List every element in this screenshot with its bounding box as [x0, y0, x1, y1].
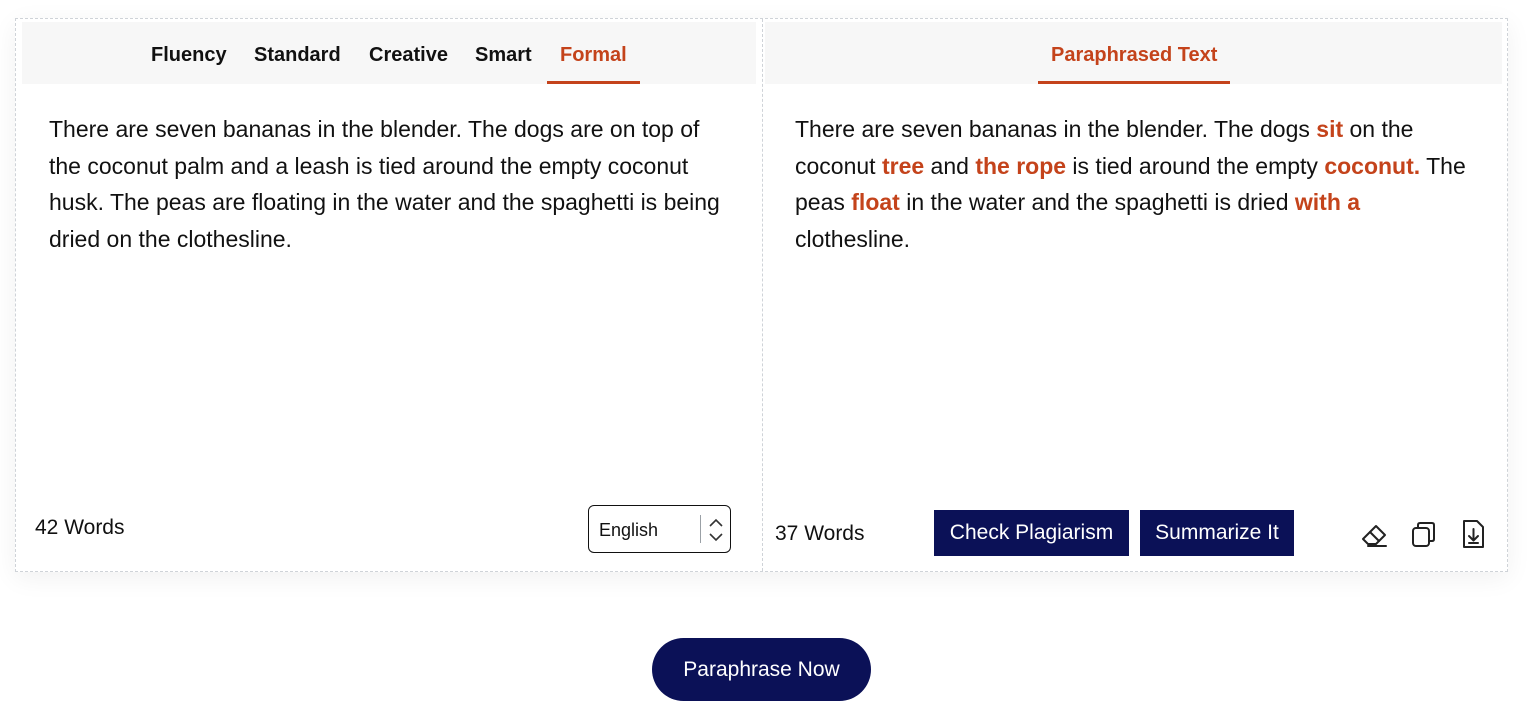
paraphraser-container: Fluency Standard Creative Smart Formal T…: [15, 18, 1508, 572]
changed-word: with a: [1294, 189, 1361, 216]
tab-paraphrased-text[interactable]: Paraphrased Text: [1037, 22, 1231, 84]
tab-smart[interactable]: Smart: [475, 22, 532, 84]
select-divider: [700, 515, 701, 543]
download-icon[interactable]: [1457, 517, 1489, 551]
input-panel: Fluency Standard Creative Smart Formal T…: [16, 19, 762, 571]
output-panel: Paraphrased Text There are seven bananas…: [762, 19, 1508, 571]
tab-standard[interactable]: Standard: [254, 22, 341, 84]
output-tabs: Paraphrased Text: [765, 22, 1502, 84]
changed-word: sit: [1316, 116, 1344, 142]
updown-chevron-icon: [709, 518, 723, 542]
changed-word: coconut.: [1324, 152, 1421, 179]
paraphrase-now-button[interactable]: Paraphrase Now: [652, 638, 871, 701]
output-text-segment: and: [924, 152, 976, 179]
summarize-button[interactable]: Summarize It: [1140, 510, 1294, 556]
copy-icon[interactable]: [1408, 517, 1440, 551]
changed-word: tree: [881, 152, 925, 179]
changed-word: the rope: [975, 152, 1067, 179]
output-text-segment: There are seven bananas in the blender. …: [795, 116, 1317, 142]
output-word-count: 37 Words: [775, 522, 865, 545]
check-plagiarism-button[interactable]: Check Plagiarism: [934, 510, 1129, 556]
changed-word: float: [851, 189, 900, 216]
input-text[interactable]: There are seven bananas in the blender. …: [49, 111, 729, 258]
output-text-segment: in the water and the spaghetti is dried: [899, 189, 1295, 216]
language-select[interactable]: English: [588, 505, 731, 553]
output-text-segment: clothesline.: [795, 226, 911, 253]
output-text: There are seven bananas in the blender. …: [795, 111, 1475, 258]
tab-formal[interactable]: Formal: [547, 22, 640, 84]
language-value: English: [599, 520, 659, 540]
mode-tabs: Fluency Standard Creative Smart Formal: [22, 22, 756, 84]
tab-creative[interactable]: Creative: [369, 22, 448, 84]
output-text-segment: is tied around the empty: [1066, 152, 1325, 179]
eraser-icon[interactable]: [1359, 517, 1391, 551]
input-word-count: 42 Words: [35, 516, 125, 539]
tab-fluency[interactable]: Fluency: [151, 22, 227, 84]
